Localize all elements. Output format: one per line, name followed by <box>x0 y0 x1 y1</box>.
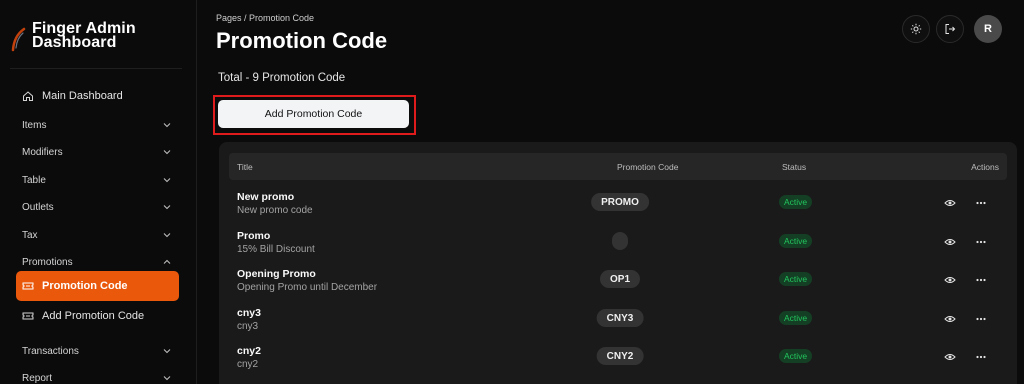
main-content: Pages / Promotion Code Promotion Code R … <box>198 0 1024 384</box>
chevron-down-icon <box>163 205 171 210</box>
divider <box>10 68 182 69</box>
sidebar-item-promotion-code[interactable]: Promotion Code <box>16 271 179 301</box>
status-badge: Active <box>779 272 813 286</box>
sidebar-item-label: Transactions <box>22 345 79 357</box>
promo-title: Opening Promo <box>237 268 316 280</box>
promo-description: Opening Promo until December <box>237 282 378 293</box>
promotion-table-card: Title Promotion Code Status Actions New … <box>219 142 1017 384</box>
sidebar: Finger Admin Dashboard Main Dashboard It… <box>0 0 197 384</box>
sidebar-item-label: Main Dashboard <box>42 90 123 102</box>
status-badge: Active <box>779 311 813 325</box>
add-promotion-code-button[interactable]: Add Promotion Code <box>218 100 409 128</box>
more-icon[interactable] <box>975 274 987 286</box>
promo-title: Promo <box>237 230 271 242</box>
promo-code-badge: CNY2 <box>596 347 644 365</box>
status-badge: Active <box>779 195 813 209</box>
promo-title: cny3 <box>237 307 261 319</box>
sidebar-item-label: Report <box>22 372 53 384</box>
avatar[interactable]: R <box>974 15 1002 43</box>
chevron-down-icon <box>163 123 171 128</box>
ticket-icon <box>22 282 34 290</box>
chevron-up-icon <box>163 259 171 264</box>
header-actions: R <box>902 15 1002 43</box>
table-row[interactable]: Promo 15% Bill Discount Active <box>219 230 1017 268</box>
table-row[interactable]: cny2 cny2 CNY2 Active <box>219 345 1017 383</box>
column-header-title[interactable]: Title <box>237 162 253 172</box>
logo-icon <box>11 27 26 52</box>
promo-title: cny2 <box>237 345 261 357</box>
brand-name: Finger Admin Dashboard <box>32 20 136 51</box>
chevron-down-icon <box>163 376 171 381</box>
breadcrumb: Pages / Promotion Code <box>216 13 315 23</box>
sidebar-item-main-dashboard[interactable]: Main Dashboard <box>16 83 179 109</box>
logout-button[interactable] <box>936 15 964 43</box>
sun-icon <box>910 23 922 35</box>
logout-icon <box>945 24 956 34</box>
more-icon[interactable] <box>975 313 987 325</box>
promo-description: 15% Bill Discount <box>237 244 315 255</box>
more-icon[interactable] <box>975 197 987 209</box>
sidebar-item-table[interactable]: Table <box>16 167 179 193</box>
promo-description: cny3 <box>237 321 259 332</box>
sidebar-item-label: Promotions <box>22 256 73 268</box>
ticket-icon <box>22 312 34 320</box>
sidebar-item-tax[interactable]: Tax <box>16 222 179 248</box>
more-icon[interactable] <box>975 236 987 248</box>
promo-code-badge <box>612 232 628 250</box>
promo-description: New promo code <box>237 205 313 216</box>
table-row[interactable]: cny3 cny3 CNY3 Active <box>219 307 1017 345</box>
theme-toggle-button[interactable] <box>902 15 930 43</box>
sidebar-item-label: Modifiers <box>22 146 63 158</box>
sidebar-item-add-promotion-code[interactable]: Add Promotion Code <box>16 303 179 329</box>
sidebar-item-label: Outlets <box>22 201 54 213</box>
table-row[interactable]: New promo New promo code PROMO Active <box>219 191 1017 229</box>
eye-icon[interactable] <box>944 351 956 363</box>
eye-icon[interactable] <box>944 274 956 286</box>
sidebar-item-outlets[interactable]: Outlets <box>16 194 179 220</box>
sidebar-item-report[interactable]: Report <box>16 365 179 384</box>
promo-code-badge: OP1 <box>599 270 641 288</box>
sidebar-item-label: Items <box>22 119 47 131</box>
chevron-down-icon <box>163 178 171 183</box>
sidebar-item-label: Promotion Code <box>42 280 128 292</box>
promo-title: New promo <box>237 191 295 203</box>
sidebar-item-label: Add Promotion Code <box>42 310 145 322</box>
table-header: Title Promotion Code Status Actions <box>229 153 1007 180</box>
table-row[interactable]: Opening Promo Opening Promo until Decemb… <box>219 268 1017 306</box>
brand[interactable]: Finger Admin Dashboard <box>10 20 152 52</box>
total-count: Total - 9 Promotion Code <box>218 72 346 84</box>
home-icon <box>23 91 33 101</box>
promo-code-badge: CNY3 <box>596 309 644 327</box>
promo-description: cny2 <box>237 359 259 370</box>
column-header-promotion-code[interactable]: Promotion Code <box>617 162 678 172</box>
eye-icon[interactable] <box>944 313 956 325</box>
promo-code-badge: PROMO <box>591 193 649 211</box>
more-icon[interactable] <box>975 351 987 363</box>
sidebar-item-items[interactable]: Items <box>16 112 179 138</box>
sidebar-item-label: Table <box>22 174 46 186</box>
status-badge: Active <box>779 349 813 363</box>
sidebar-item-transactions[interactable]: Transactions <box>16 338 179 364</box>
status-badge: Active <box>779 234 813 248</box>
chevron-down-icon <box>163 233 171 238</box>
eye-icon[interactable] <box>944 236 956 248</box>
sidebar-item-label: Tax <box>22 229 38 241</box>
sidebar-item-modifiers[interactable]: Modifiers <box>16 139 179 165</box>
column-header-status[interactable]: Status <box>782 162 806 172</box>
page-title: Promotion Code <box>216 28 388 53</box>
chevron-down-icon <box>163 349 171 354</box>
column-header-actions: Actions <box>971 162 999 172</box>
eye-icon[interactable] <box>944 197 956 209</box>
chevron-down-icon <box>163 150 171 155</box>
